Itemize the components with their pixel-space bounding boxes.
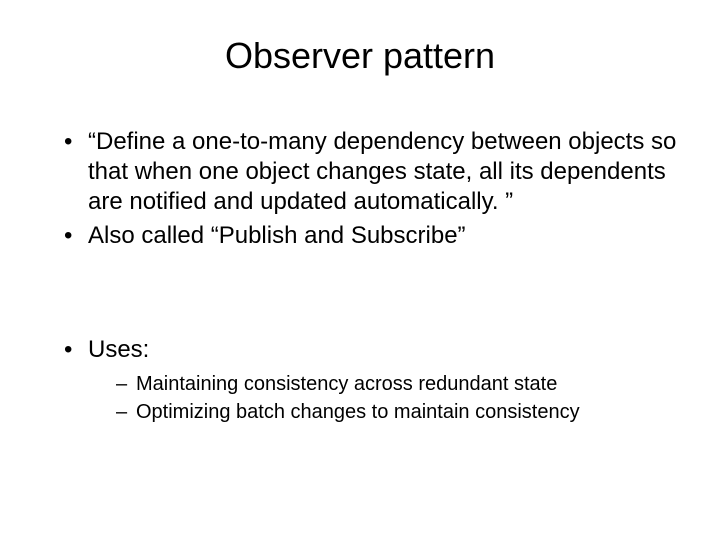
uses-sub-list: Maintaining consistency across redundant… (88, 371, 680, 425)
uses-item-2: Optimizing batch changes to maintain con… (116, 399, 680, 425)
bullet-uses: Uses: Maintaining consistency across red… (64, 335, 680, 425)
slide-title: Observer pattern (40, 35, 680, 77)
bullet-list: “Define a one-to-many dependency between… (40, 127, 680, 251)
uses-list: Uses: Maintaining consistency across red… (40, 335, 680, 425)
bullet-definition: “Define a one-to-many dependency between… (64, 127, 680, 217)
bullet-aka: Also called “Publish and Subscribe” (64, 221, 680, 251)
spacer (40, 255, 680, 335)
uses-label: Uses: (88, 336, 149, 363)
uses-item-1: Maintaining consistency across redundant… (116, 371, 680, 397)
